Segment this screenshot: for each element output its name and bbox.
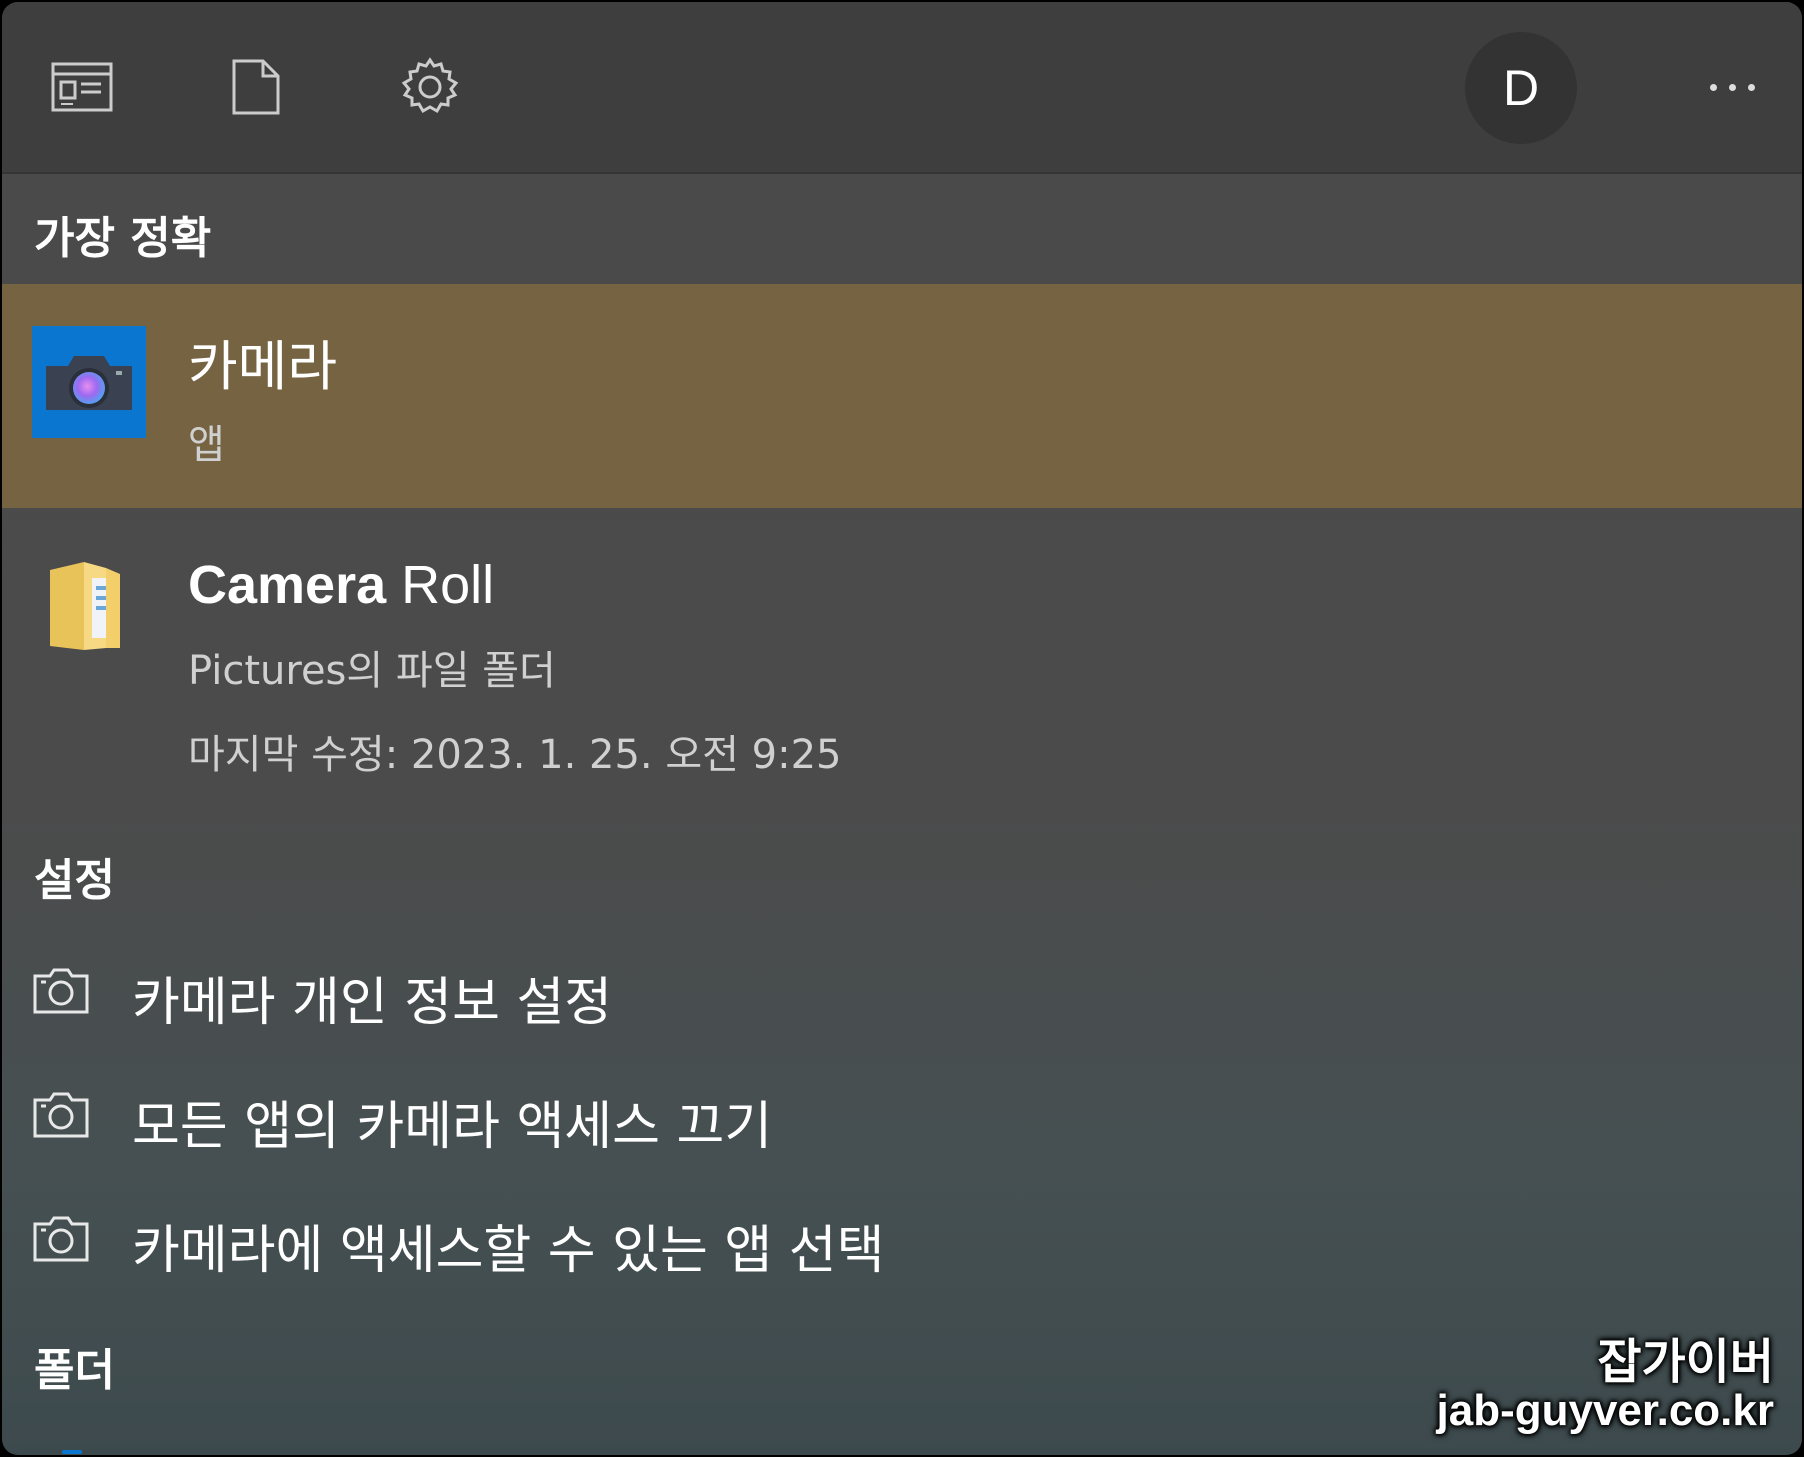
camera-outline-icon [32, 1090, 90, 1140]
avatar[interactable]: D [1465, 32, 1577, 144]
news-icon[interactable] [42, 47, 122, 127]
setting-item-label: 카메라 개인 정보 설정 [132, 973, 613, 1033]
setting-item-label: 모든 앱의 카메라 액세스 끄기 [132, 1097, 773, 1157]
camera-roll-title: Camera Roll [188, 554, 494, 616]
camera-roll-result[interactable]: Camera Roll Pictures의 파일 폴더 마지막 수정: 2023… [2, 512, 1802, 778]
next-item-peek [62, 1450, 82, 1454]
setting-item-turn-off-camera[interactable]: 모든 앱의 카메라 액세스 끄기 [2, 1064, 1802, 1174]
camera-roll-modified: 마지막 수정: 2023. 1. 25. 오전 9:25 [188, 732, 842, 778]
camera-roll-location: Pictures의 파일 폴더 [188, 648, 556, 694]
camera-outline-icon [32, 966, 90, 1016]
result-type: 앱 [188, 422, 225, 468]
folder-icon [44, 556, 128, 660]
setting-item-choose-apps[interactable]: 카메라에 액세스할 수 있는 앱 선택 [2, 1188, 1802, 1298]
camera-roll-title-rest: Roll [401, 555, 495, 615]
result-title: 카메라 [188, 335, 338, 398]
settings-heading: 설정 [34, 855, 115, 906]
best-match-result[interactable]: 카메라 앱 [2, 284, 1802, 508]
watermark-name: 잡가이버 [1597, 1336, 1774, 1389]
gear-icon[interactable] [390, 47, 470, 127]
setting-item-label: 카메라에 액세스할 수 있는 앱 선택 [132, 1221, 885, 1281]
best-match-heading: 가장 정확 [34, 213, 212, 264]
folders-heading: 폴더 [34, 1345, 115, 1396]
top-bar: D [2, 2, 1802, 174]
setting-item-camera-privacy[interactable]: 카메라 개인 정보 설정 [2, 940, 1802, 1050]
search-window: D 가장 정확 카메라 앱 Camera Roll Pictures의 파일 폴… [2, 2, 1802, 1455]
ellipsis-icon[interactable] [1692, 62, 1772, 112]
camera-app-icon [32, 326, 146, 438]
watermark-url: jab-guyver.co.kr [1436, 1386, 1774, 1435]
document-icon[interactable] [216, 47, 296, 127]
camera-outline-icon [32, 1214, 90, 1264]
camera-roll-title-bold: Camera [188, 555, 387, 615]
